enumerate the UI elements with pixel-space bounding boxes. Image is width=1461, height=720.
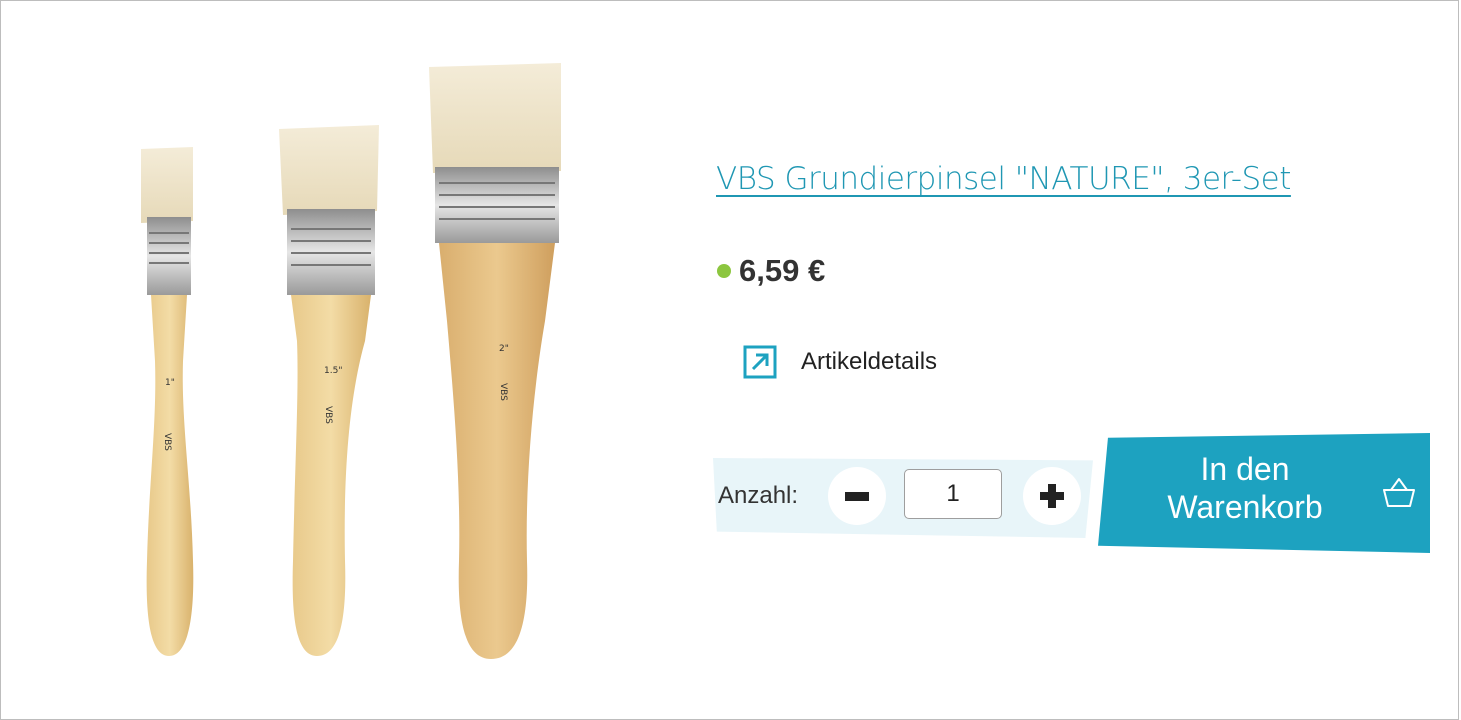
svg-text:1": 1" bbox=[165, 378, 175, 388]
quantity-label: Anzahl: bbox=[718, 482, 799, 509]
product-card: 1" VBS 1.5" VBS 2" VBS VBS Grundierpinse… bbox=[0, 0, 1459, 720]
price-row: 6,59 € bbox=[717, 253, 825, 289]
brush-2-inch: 2" VBS bbox=[429, 63, 561, 659]
brush-1-inch: 1" VBS bbox=[141, 147, 194, 656]
product-title-link[interactable]: VBS Grundierpinsel "NATURE", 3er-Set bbox=[716, 161, 1291, 197]
brush-1-5-inch: 1.5" VBS bbox=[279, 125, 379, 656]
price: 6,59 € bbox=[739, 253, 826, 288]
quantity-input[interactable] bbox=[904, 469, 1002, 519]
svg-text:VBS: VBS bbox=[162, 433, 172, 451]
basket-icon bbox=[1383, 478, 1415, 507]
add-to-cart-label: In den Warenkorb bbox=[1150, 450, 1340, 526]
add-to-cart-button[interactable]: In den Warenkorb bbox=[1098, 433, 1430, 553]
svg-text:VBS: VBS bbox=[498, 383, 508, 401]
add-to-cart-line1: In den bbox=[1200, 451, 1290, 487]
article-details-link[interactable]: Artikeldetails bbox=[743, 345, 937, 379]
svg-text:1.5": 1.5" bbox=[324, 366, 342, 376]
add-to-cart-line2: Warenkorb bbox=[1167, 489, 1323, 525]
availability-dot bbox=[717, 264, 731, 278]
product-image[interactable]: 1" VBS 1.5" VBS 2" VBS bbox=[121, 61, 581, 671]
quantity-increment-button[interactable] bbox=[1023, 467, 1081, 525]
plus-icon bbox=[1040, 484, 1064, 508]
svg-text:VBS: VBS bbox=[323, 406, 333, 424]
minus-icon bbox=[845, 491, 869, 501]
quantity-decrement-button[interactable] bbox=[828, 467, 886, 525]
article-details-label: Artikeldetails bbox=[801, 348, 938, 375]
external-arrow-icon bbox=[743, 345, 777, 379]
svg-text:2": 2" bbox=[499, 344, 509, 354]
